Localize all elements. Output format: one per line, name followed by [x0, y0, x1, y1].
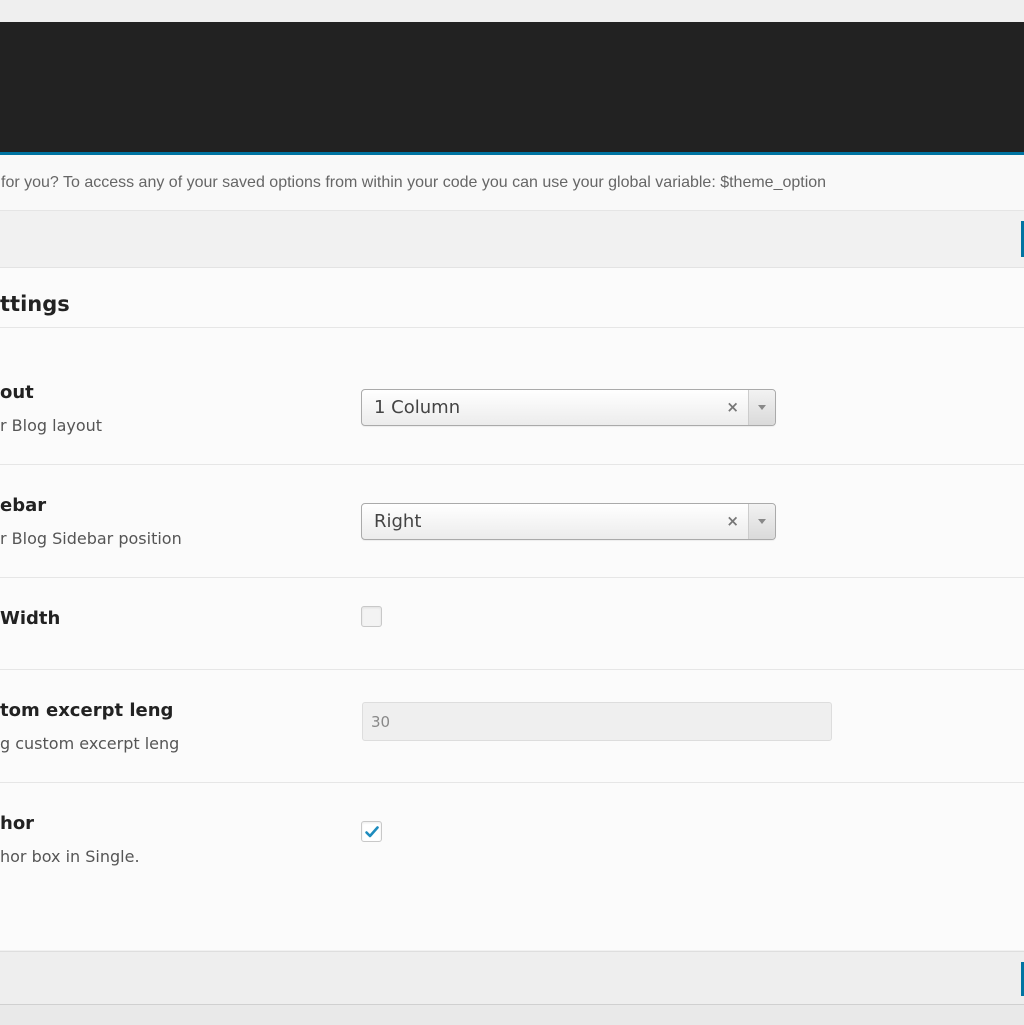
blog-layout-select[interactable]: 1 Column × [361, 389, 776, 426]
option-author-box-description: hor box in Single. [0, 847, 140, 866]
bottom-strip [0, 1004, 1024, 1025]
blog-sidebar-select-value: Right [374, 511, 422, 532]
row-divider [0, 782, 1024, 783]
section-title: ttings [0, 292, 70, 316]
dropdown-arrow-icon[interactable] [748, 390, 775, 425]
option-blog-layout-description: r Blog layout [0, 416, 103, 435]
dropdown-arrow-icon[interactable] [748, 504, 775, 539]
excerpt-length-value: 30 [371, 713, 391, 731]
row-divider [0, 464, 1024, 465]
clear-selection-icon[interactable]: × [726, 512, 739, 530]
settings-content [0, 268, 1024, 950]
section-divider [0, 327, 1024, 328]
option-excerpt-length-title: tom excerpt leng [0, 700, 174, 721]
top-toolbar [0, 211, 1024, 268]
option-blog-sidebar-description: r Blog Sidebar position [0, 529, 182, 548]
option-excerpt-length-description: g custom excerpt leng [0, 734, 180, 753]
top-strip [0, 0, 1024, 22]
full-width-checkbox[interactable] [361, 606, 382, 627]
option-author-box-title: hor [0, 813, 35, 834]
option-blog-layout-title: out [0, 382, 34, 403]
blog-layout-select-value: 1 Column [374, 397, 461, 418]
info-notice-text: for you? To access any of your saved opt… [1, 174, 827, 191]
option-full-width-title: Width [0, 608, 61, 629]
row-divider [0, 577, 1024, 578]
author-box-checkbox[interactable] [361, 821, 382, 842]
option-blog-sidebar-title: ebar [0, 495, 47, 516]
options-panel-header [0, 22, 1024, 155]
checkmark-icon [365, 826, 379, 838]
blog-sidebar-select[interactable]: Right × [361, 503, 776, 540]
row-divider [0, 669, 1024, 670]
excerpt-length-input[interactable]: 30 [362, 702, 832, 741]
clear-selection-icon[interactable]: × [726, 398, 739, 416]
bottom-toolbar [0, 951, 1024, 1004]
